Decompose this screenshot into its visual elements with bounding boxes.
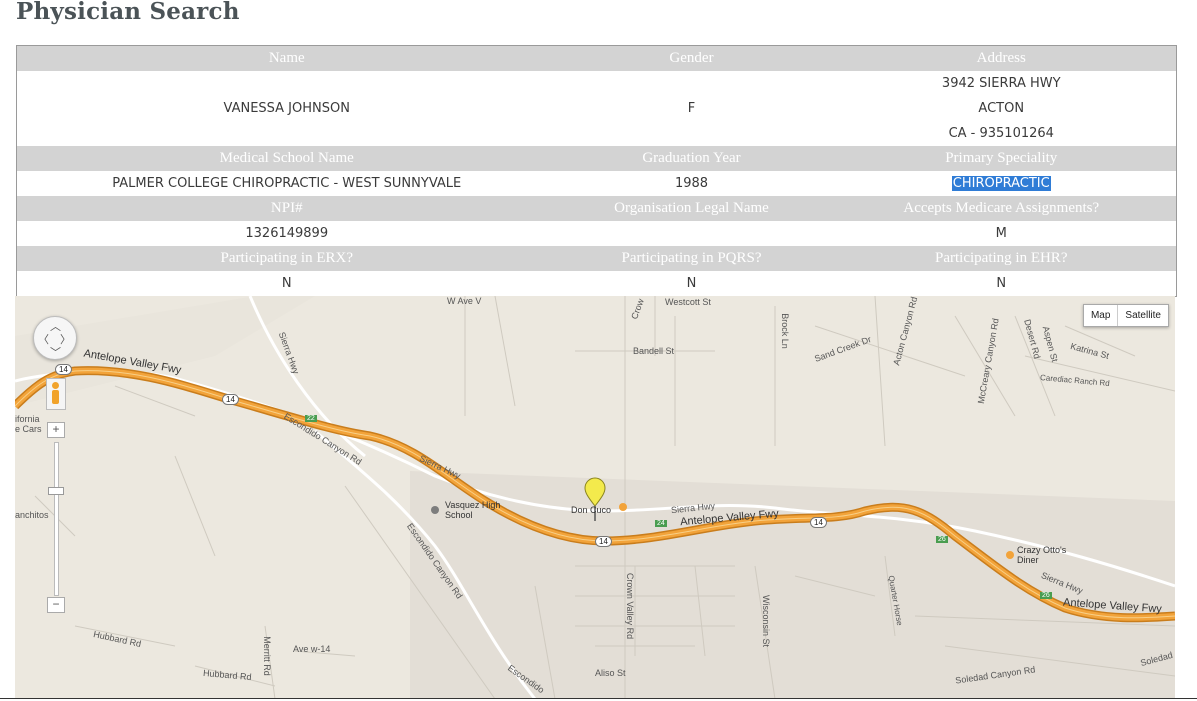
primary-speciality-cell: CHIROPRACTIC	[826, 171, 1177, 196]
name-header: Name	[16, 45, 557, 71]
map-type-map-button[interactable]: Map	[1084, 305, 1117, 326]
hwy-14-shield: 14	[595, 536, 612, 547]
street-view-pegman-icon[interactable]	[46, 378, 66, 410]
erx-header: Participating in ERX?	[16, 246, 557, 271]
bottom-divider	[0, 698, 1197, 699]
address-line2: ACTON	[978, 101, 1025, 116]
accepts-medicare-value: M	[826, 221, 1177, 246]
ehr-value: N	[826, 271, 1177, 297]
brock-ln-label: Brock Ln	[779, 313, 790, 349]
hwy-14-shield: 14	[55, 364, 72, 375]
org-legal-name-header: Organisation Legal Name	[556, 196, 827, 221]
value-row: 1326149899 M	[16, 221, 1177, 246]
exit-24-shield: 24	[655, 520, 667, 527]
graduation-year-header: Graduation Year	[556, 146, 827, 171]
map-type-control: Map Satellite	[1082, 304, 1169, 327]
gender-value: F	[556, 71, 827, 146]
don-cuco-label: Don Cuco	[571, 505, 612, 515]
value-row: N N N	[16, 271, 1177, 297]
graduation-year-value: 1988	[556, 171, 827, 196]
hwy-14-shield: 14	[810, 517, 827, 528]
hwy-14-shield: 14	[222, 394, 239, 405]
header-row: Participating in ERX? Participating in P…	[16, 246, 1177, 271]
value-row: PALMER COLLEGE CHIROPRACTIC - WEST SUNNY…	[16, 171, 1177, 196]
header-row: Medical School Name Graduation Year Prim…	[16, 146, 1177, 171]
gender-header: Gender	[556, 45, 827, 71]
map-canvas[interactable]	[15, 296, 1175, 699]
header-row: NPI# Organisation Legal Name Accepts Med…	[16, 196, 1177, 221]
page-title: Physician Search	[16, 0, 240, 25]
wisconsin-st-label: Wisconsin St	[761, 594, 772, 648]
address-value: 3942 SIERRA HWY ACTON CA - 935101264	[826, 71, 1177, 146]
westcott-st-label: Westcott St	[665, 297, 711, 307]
primary-speciality-value-selected[interactable]: CHIROPRACTIC	[951, 176, 1051, 191]
pqrs-header: Participating in PQRS?	[556, 246, 827, 271]
accepts-medicare-header: Accepts Medicare Assignments?	[826, 196, 1177, 221]
exit-26-shield: 26	[936, 536, 948, 543]
zoom-slider-track[interactable]	[54, 442, 59, 596]
name-value: VANESSA JOHNSON	[16, 71, 557, 146]
pan-left-icon[interactable]: 〈	[38, 331, 49, 347]
exit-22-shield: 22	[305, 415, 317, 422]
merritt-rd-label: Merritt Rd	[261, 636, 272, 676]
zoom-out-button[interactable]: −	[47, 597, 65, 613]
bandell-st-label: Bandell St	[633, 346, 675, 356]
crown-valley-rd-label: Crown Valley Rd	[625, 572, 636, 640]
npi-value: 1326149899	[16, 221, 557, 246]
ave-w14-label: Ave w-14	[293, 644, 331, 654]
zoom-in-button[interactable]: +	[47, 422, 65, 438]
california-cars-label: ifornia e Cars	[15, 414, 42, 434]
location-map[interactable]: 14 14 14 14 22 24 26 26 Antelope Valley …	[15, 296, 1175, 699]
zoom-slider-thumb[interactable]	[48, 487, 64, 495]
address-line1: 3942 SIERRA HWY	[941, 76, 1061, 91]
value-row: VANESSA JOHNSON F 3942 SIERRA HWY ACTON …	[16, 71, 1177, 146]
ehr-header: Participating in EHR?	[826, 246, 1177, 271]
vasquez-high-school-label: Vasquez High School	[445, 500, 501, 520]
pqrs-value: N	[556, 271, 827, 297]
crazy-ottos-diner-label: Crazy Otto's Diner	[1017, 545, 1067, 565]
map-type-satellite-button[interactable]: Satellite	[1117, 305, 1168, 326]
physician-details-table: Name Gender Address VANESSA JOHNSON F 39…	[16, 45, 1177, 297]
header-row: Name Gender Address	[16, 45, 1177, 71]
address-line3: CA - 935101264	[948, 126, 1054, 141]
aliso-st-label: Aliso St	[595, 668, 626, 678]
school-icon	[431, 506, 439, 514]
ranchitos-label: anchitos	[15, 510, 49, 520]
npi-header: NPI#	[16, 196, 557, 221]
restaurant-icon	[1006, 551, 1014, 559]
w-ave-v-label: W Ave V	[447, 296, 482, 306]
pan-control[interactable]: ︿ ﹀ 〈 〉	[33, 316, 77, 360]
restaurant-icon	[619, 503, 627, 511]
pan-right-icon[interactable]: 〉	[60, 331, 71, 347]
address-header: Address	[826, 45, 1177, 71]
medical-school-header: Medical School Name	[16, 146, 557, 171]
org-legal-name-value	[556, 221, 827, 246]
primary-speciality-header: Primary Speciality	[826, 146, 1177, 171]
medical-school-value: PALMER COLLEGE CHIROPRACTIC - WEST SUNNY…	[16, 171, 557, 196]
exit-26-shield: 26	[1040, 592, 1052, 599]
erx-value: N	[16, 271, 557, 297]
